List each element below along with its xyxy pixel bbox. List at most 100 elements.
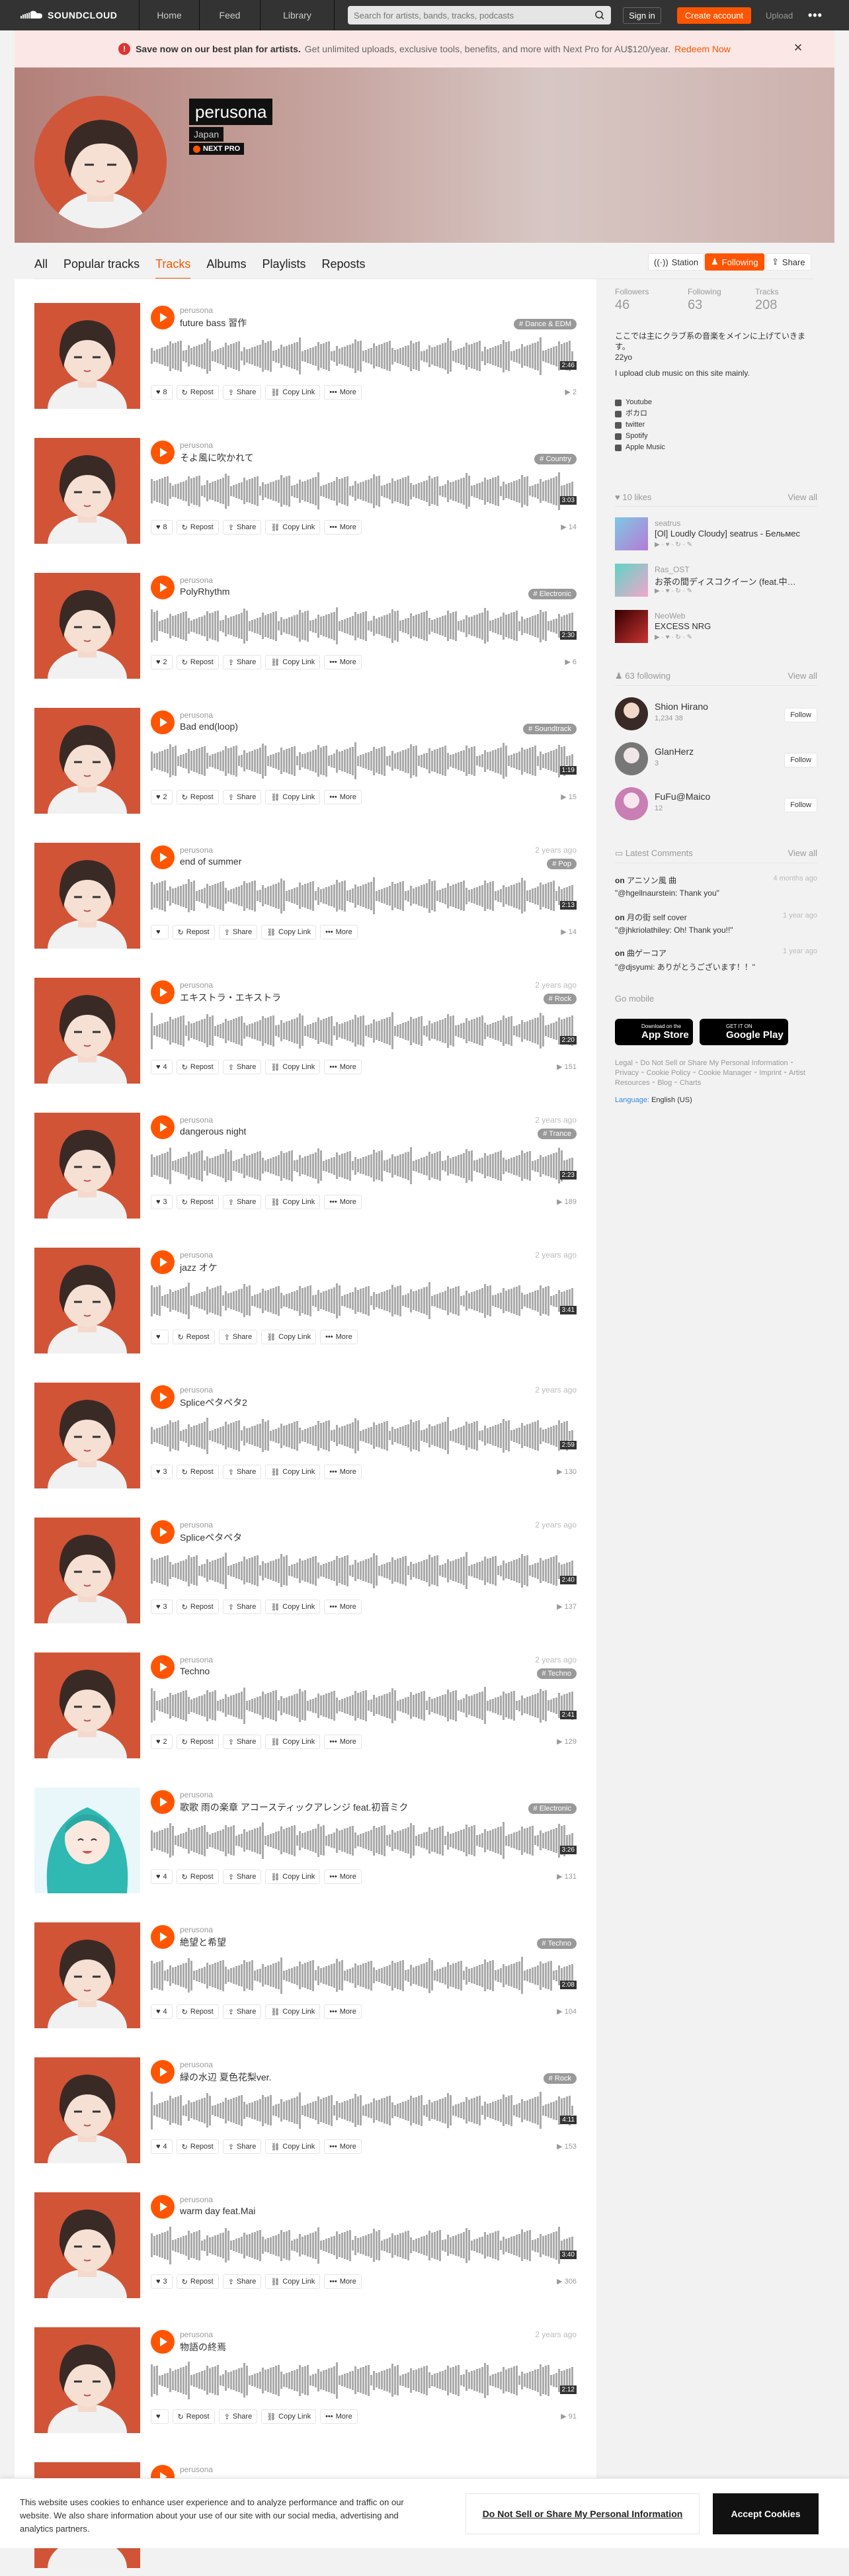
waveform[interactable] [151,875,577,917]
more-button[interactable]: ••• More [324,1735,362,1749]
comment-item[interactable]: on 曲ゲーコア 1 year ago "@djsyumi: ありがとうございます！… [615,947,817,972]
play-button[interactable] [151,980,175,1004]
play-button[interactable] [151,2330,175,2354]
play-button[interactable] [151,441,175,464]
genre-tag[interactable]: # Pop [547,859,577,869]
following-button[interactable]: ♟ Following [705,253,764,271]
liked-track[interactable]: Ras_OST お茶の間ディスコクイーン (feat.中… ▶ · ♥ · ↻ … [615,564,817,601]
upload-link[interactable]: Upload [766,0,793,30]
follow-button[interactable]: Follow [784,708,817,722]
track-user[interactable]: perusona [180,1250,213,1260]
more-menu-icon[interactable]: ••• [808,0,823,30]
play-button[interactable] [151,1250,175,1274]
tab-playlists[interactable]: Playlists [262,253,305,279]
track-artwork[interactable] [34,1922,140,2028]
track-title[interactable]: Spliceペタペタ2 [180,1396,247,1409]
waveform[interactable] [151,1279,577,1322]
share-button[interactable]: ⇪ Share [222,1869,262,1884]
repost-button[interactable]: ↻ Repost [172,2409,215,2424]
track-user[interactable]: perusona [180,2060,213,2069]
more-button[interactable]: ••• More [320,1330,358,1344]
waveform[interactable] [151,1144,577,1187]
more-button[interactable]: ••• More [324,655,362,669]
track-user[interactable]: perusona [180,576,213,585]
more-button[interactable]: ••• More [324,520,362,535]
waveform[interactable] [151,1009,577,1052]
track-title[interactable]: 歌歌 雨の楽章 アコースティックアレンジ feat.初音ミク [180,1801,408,1814]
share-button[interactable]: ⇪ Share [222,1195,262,1209]
track-artwork[interactable] [34,1518,140,1623]
comment-item[interactable]: on 月の街 self cover 1 year ago "@jhkriolathi… [615,912,817,935]
repost-button[interactable]: ↻ Repost [176,2274,219,2289]
station-button[interactable]: ((·)) Station [648,253,705,271]
track-title[interactable]: 緑の水辺 夏色花梨ver. [180,2071,271,2084]
track-user[interactable]: perusona [180,1385,213,1395]
track-artwork[interactable] [34,573,140,679]
more-button[interactable]: ••• More [324,385,362,400]
language-select[interactable]: English (US) [651,1096,692,1104]
track-artwork[interactable] [34,1653,140,1758]
track-user[interactable]: perusona [180,1790,213,1799]
waveform[interactable] [151,470,577,512]
following-user[interactable]: Shion Hirano 1,234 38 Follow [615,697,817,734]
copy-link-button[interactable]: ⛓ Copy Link [265,1869,321,1884]
genre-tag[interactable]: # Rock [543,2073,577,2084]
genre-tag[interactable]: # Soundtrack [523,724,577,734]
genre-tag[interactable]: # Techno [536,1938,577,1949]
like-button[interactable]: ♥ 3 [151,1600,173,1614]
repost-button[interactable]: ↻ Repost [172,925,215,939]
link-apple-music[interactable]: Apple Music [615,442,665,453]
genre-tag[interactable]: # Electronic [528,1803,577,1814]
track-title[interactable]: そよ風に吹かれて [180,451,254,464]
link-youtube[interactable]: Youtube [615,397,665,408]
nav-home[interactable]: Home [139,0,200,30]
track-title[interactable]: 絶望と希望 [180,1936,226,1949]
share-button[interactable]: ⇪ Share [766,253,811,271]
like-button[interactable]: ♥ 2 [151,1735,173,1749]
like-button[interactable]: ♥ 3 [151,1195,173,1209]
stat-followers[interactable]: Followers 46 [615,287,681,313]
copy-link-button[interactable]: ⛓ Copy Link [265,1195,321,1209]
link-spotify[interactable]: Spotify [615,431,665,442]
like-button[interactable]: ♥ 8 [151,520,173,535]
genre-tag[interactable]: # Electronic [528,589,577,599]
liked-track[interactable]: NeoWeb EXCESS NRG ▶ · ♥ · ↻ · ✎ [615,610,817,647]
track-title[interactable]: future bass 習作 [180,316,247,329]
play-button[interactable] [151,1655,175,1679]
copy-link-button[interactable]: ⛓ Copy Link [265,1735,321,1749]
repost-button[interactable]: ↻ Repost [172,1330,215,1344]
track-artwork[interactable] [34,708,140,814]
track-artwork[interactable] [34,1787,140,1893]
track-title[interactable]: Techno [180,1666,210,1676]
repost-button[interactable]: ↻ Repost [176,1869,219,1884]
track-artwork[interactable] [34,1248,140,1353]
track-artwork[interactable] [34,843,140,949]
likes-view-all[interactable]: View all [788,492,817,502]
share-button[interactable]: ⇪ Share [222,2004,262,2019]
copy-link-button[interactable]: ⛓ Copy Link [261,925,317,939]
following-user[interactable]: FuFu@Maico 12 Follow [615,787,817,824]
share-button[interactable]: ⇪ Share [222,385,262,400]
more-button[interactable]: ••• More [324,2139,362,2154]
play-button[interactable] [151,576,175,599]
link-twitter[interactable]: twitter [615,419,665,431]
share-button[interactable]: ⇪ Share [222,1735,262,1749]
track-user[interactable]: perusona [180,2330,213,2339]
repost-button[interactable]: ↻ Repost [176,1195,219,1209]
copy-link-button[interactable]: ⛓ Copy Link [265,1600,321,1614]
nav-feed[interactable]: Feed [200,0,261,30]
share-button[interactable]: ⇪ Share [222,1060,262,1074]
copy-link-button[interactable]: ⛓ Copy Link [265,1465,321,1479]
comments-view-all[interactable]: View all [788,848,817,859]
more-button[interactable]: ••• More [324,1060,362,1074]
play-button[interactable] [151,1385,175,1409]
like-button[interactable]: ♥ 2 [151,790,173,804]
share-button[interactable]: ⇪ Share [222,2139,262,2154]
repost-button[interactable]: ↻ Repost [176,1735,219,1749]
play-button[interactable] [151,845,175,869]
genre-tag[interactable]: # Trance [538,1129,577,1139]
share-button[interactable]: ⇪ Share [218,925,258,939]
like-button[interactable]: ♥ 4 [151,2139,173,2154]
repost-button[interactable]: ↻ Repost [176,655,219,669]
follow-button[interactable]: Follow [784,753,817,767]
